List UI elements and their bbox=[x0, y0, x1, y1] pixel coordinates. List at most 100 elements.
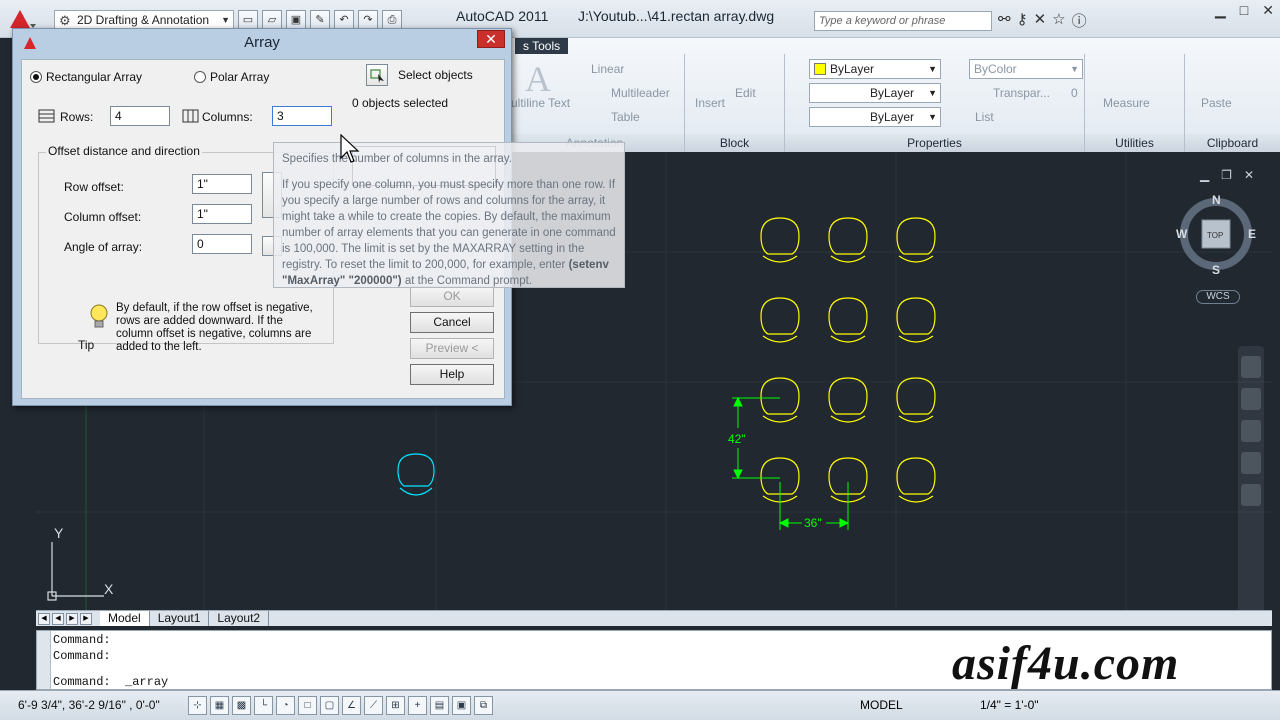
search-input[interactable]: Type a keyword or phrase bbox=[814, 11, 992, 31]
tab-layout2[interactable]: Layout2 bbox=[209, 611, 270, 626]
array-chair[interactable] bbox=[760, 297, 800, 343]
model-space-toggle[interactable]: MODEL bbox=[860, 698, 903, 712]
tab-layout1[interactable]: Layout1 bbox=[150, 611, 210, 626]
tab-model[interactable]: Model bbox=[100, 611, 150, 626]
viewcube-top[interactable]: TOP bbox=[1207, 231, 1223, 240]
array-chair[interactable] bbox=[828, 217, 868, 263]
grid-icon[interactable]: ▩ bbox=[232, 696, 251, 715]
linetype-combo[interactable]: ByLayer ▼ bbox=[809, 83, 941, 103]
selection-cycling-icon[interactable]: ⧉ bbox=[474, 696, 493, 715]
multiline-text-button[interactable]: ultiline Text bbox=[511, 96, 570, 110]
clipboard-panel-title[interactable]: Clipboard bbox=[1185, 134, 1280, 152]
key-icon[interactable]: ⚷ bbox=[1017, 10, 1028, 31]
showmotion-icon[interactable] bbox=[1241, 484, 1261, 506]
array-chair[interactable] bbox=[896, 377, 936, 423]
array-chair[interactable] bbox=[896, 297, 936, 343]
viewcube-south[interactable]: S bbox=[1212, 263, 1220, 277]
transparency-icon[interactable]: ▤ bbox=[430, 696, 449, 715]
preview-button[interactable]: Preview < bbox=[410, 338, 494, 359]
transparency-field[interactable]: Transpar... bbox=[993, 86, 1050, 100]
close-icon[interactable]: ✕ bbox=[1262, 2, 1274, 19]
measure-button[interactable]: Measure bbox=[1103, 96, 1150, 110]
array-chair[interactable] bbox=[896, 457, 936, 503]
minimize-icon[interactable]: ▁ bbox=[1215, 2, 1226, 19]
viewcube-east[interactable]: E bbox=[1248, 227, 1256, 241]
source-chair[interactable] bbox=[397, 453, 435, 496]
command-line-grip[interactable] bbox=[37, 631, 51, 689]
snap-icon[interactable]: ▦ bbox=[210, 696, 229, 715]
next-tab-icon[interactable]: ▶ bbox=[66, 612, 78, 625]
paste-button[interactable]: Paste bbox=[1201, 96, 1232, 110]
table-button[interactable]: Table bbox=[611, 110, 640, 124]
block-panel-title[interactable]: Block bbox=[685, 134, 784, 152]
otrack-icon[interactable]: ∠ bbox=[342, 696, 361, 715]
osnap-icon[interactable]: □ bbox=[298, 696, 317, 715]
ducs-icon[interactable]: ⟋ bbox=[364, 696, 383, 715]
save-icon[interactable]: ▣ bbox=[286, 10, 306, 30]
properties-panel-title[interactable]: Properties bbox=[785, 134, 1084, 152]
help-icon[interactable]: ⓘ bbox=[1072, 10, 1087, 31]
annotation-scale[interactable]: 1/4" = 1'-0" bbox=[980, 698, 1039, 712]
list-button[interactable]: List bbox=[975, 110, 994, 124]
column-offset-input[interactable]: 1" bbox=[192, 204, 252, 224]
workspace-dropdown[interactable]: ⚙ 2D Drafting & Annotation ▼ bbox=[54, 10, 234, 30]
lineweight-icon[interactable]: + bbox=[408, 696, 427, 715]
close-viewport-icon[interactable]: ✕ bbox=[1244, 168, 1254, 182]
utilities-panel-title[interactable]: Utilities bbox=[1085, 134, 1184, 152]
viewcube-north[interactable]: N bbox=[1212, 193, 1221, 207]
redo-icon[interactable]: ↷ bbox=[358, 10, 378, 30]
array-chair[interactable] bbox=[828, 377, 868, 423]
edit-block-button[interactable]: Edit bbox=[735, 86, 756, 100]
array-chair[interactable] bbox=[896, 217, 936, 263]
rows-input[interactable]: 4 bbox=[110, 106, 170, 126]
save-as-icon[interactable]: ✎ bbox=[310, 10, 330, 30]
star-icon[interactable]: ☆ bbox=[1052, 10, 1065, 31]
array-chair[interactable] bbox=[760, 377, 800, 423]
linear-button[interactable]: Linear bbox=[591, 62, 624, 76]
minimize-viewport-icon[interactable]: ▁ bbox=[1200, 168, 1209, 182]
3d-osnap-icon[interactable]: ▢ bbox=[320, 696, 339, 715]
plot-color-combo[interactable]: ByColor ▼ bbox=[969, 59, 1083, 79]
orbit-icon[interactable] bbox=[1241, 452, 1261, 474]
first-tab-icon[interactable]: ◀ bbox=[38, 612, 50, 625]
ok-button[interactable]: OK bbox=[410, 286, 494, 307]
coordinates-readout[interactable]: 6'-9 3/4", 36'-2 9/16" , 0'-0" bbox=[18, 698, 160, 712]
undo-icon[interactable]: ↶ bbox=[334, 10, 354, 30]
insert-button[interactable]: Insert bbox=[695, 96, 725, 110]
binoculars-icon[interactable]: ⚯ bbox=[998, 10, 1011, 31]
select-objects-button[interactable] bbox=[366, 64, 388, 86]
dyn-icon[interactable]: ⊞ bbox=[386, 696, 405, 715]
viewcube-west[interactable]: W bbox=[1176, 227, 1188, 241]
last-tab-icon[interactable]: ▶ bbox=[80, 612, 92, 625]
steeringwheel-icon[interactable] bbox=[1241, 356, 1261, 378]
angle-input[interactable]: 0 bbox=[192, 234, 252, 254]
polar-array-radio[interactable]: Polar Array bbox=[194, 70, 269, 84]
wcs-menu[interactable]: WCS bbox=[1196, 290, 1240, 304]
color-combo[interactable]: ByLayer ▼ bbox=[809, 59, 941, 79]
cancel-button[interactable]: Cancel bbox=[410, 312, 494, 333]
exchange-icon[interactable]: ✕ bbox=[1034, 10, 1047, 31]
infer-constraints-icon[interactable]: ⊹ bbox=[188, 696, 207, 715]
row-offset-input[interactable]: 1" bbox=[192, 174, 252, 194]
help-button[interactable]: Help bbox=[410, 364, 494, 385]
print-icon[interactable]: ⎙ bbox=[382, 10, 402, 30]
polar-icon[interactable]: ◔ bbox=[276, 696, 295, 715]
lineweight-combo[interactable]: ByLayer ▼ bbox=[809, 107, 941, 127]
rectangular-array-radio[interactable]: Rectangular Array bbox=[30, 70, 142, 84]
maximize-icon[interactable]: □ bbox=[1240, 2, 1248, 19]
pan-icon[interactable] bbox=[1241, 388, 1261, 410]
open-folder-icon[interactable]: ▱ bbox=[262, 10, 282, 30]
ortho-icon[interactable]: └ bbox=[254, 696, 273, 715]
ribbon-tab-tools[interactable]: s Tools bbox=[515, 38, 569, 54]
array-chair[interactable] bbox=[760, 217, 800, 263]
new-file-icon[interactable]: ▭ bbox=[238, 10, 258, 30]
zoom-icon[interactable] bbox=[1241, 420, 1261, 442]
quick-properties-icon[interactable]: ▣ bbox=[452, 696, 471, 715]
array-chair[interactable] bbox=[828, 297, 868, 343]
prev-tab-icon[interactable]: ◀ bbox=[52, 612, 64, 625]
dialog-close-button[interactable]: ✕ bbox=[477, 30, 505, 48]
multileader-button[interactable]: Multileader bbox=[611, 86, 670, 100]
restore-viewport-icon[interactable]: ❐ bbox=[1221, 168, 1232, 182]
columns-input[interactable]: 3 bbox=[272, 106, 332, 126]
command-current-line[interactable]: Command: _array bbox=[53, 675, 168, 689]
